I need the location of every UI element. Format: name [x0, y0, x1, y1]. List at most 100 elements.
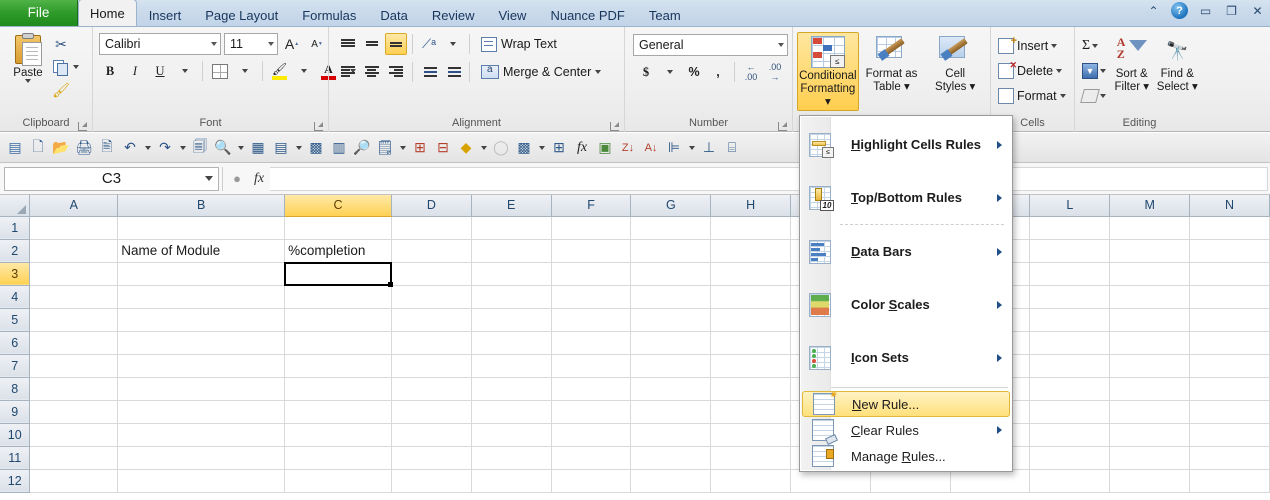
cell-B8[interactable] — [117, 377, 286, 401]
cell-B6[interactable] — [117, 331, 286, 355]
menu-item-clear-rules[interactable]: Clear Rules — [800, 417, 1012, 445]
error-check-dropdown[interactable] — [478, 136, 489, 160]
grid-icon[interactable]: ▦ — [247, 136, 269, 160]
cell-N2[interactable] — [1189, 239, 1270, 263]
align-top-button[interactable] — [337, 33, 359, 55]
cell-H2[interactable] — [710, 239, 792, 263]
cell-L2[interactable] — [1029, 239, 1111, 263]
sort-filter-button[interactable]: AZ Sort & Filter ▾ — [1109, 32, 1155, 111]
menu-item-highlight-cells-rules[interactable]: ≤ HHighlight Cells Rulesighlight Cells R… — [800, 118, 1012, 171]
row-header-11[interactable]: 11 — [0, 446, 31, 470]
select-all-corner[interactable] — [0, 195, 31, 217]
sort-az-icon[interactable]: A↓ — [640, 136, 662, 160]
cell-G8[interactable] — [630, 377, 712, 401]
cell-F10[interactable] — [551, 423, 632, 447]
print-preview-icon[interactable]: 🖹 — [96, 136, 118, 160]
cancel-formula-button[interactable]: ● — [226, 168, 248, 190]
cell-B4[interactable] — [117, 285, 286, 309]
increase-indent-button[interactable] — [442, 61, 464, 83]
help-icon[interactable]: ? — [1171, 2, 1188, 19]
font-size-combo[interactable]: 11 — [224, 33, 278, 55]
grow-font-button[interactable]: A — [281, 33, 303, 55]
cell-C3[interactable] — [284, 261, 393, 287]
wrap-text-button[interactable]: Wrap Text — [475, 33, 563, 55]
cell-H10[interactable] — [710, 423, 792, 447]
cell-C1[interactable] — [284, 216, 392, 240]
table-dropdown[interactable] — [293, 136, 304, 160]
cell-C11[interactable] — [284, 446, 392, 470]
cell-A4[interactable] — [29, 285, 119, 309]
cell-C10[interactable] — [284, 423, 392, 447]
row-header-3[interactable]: 3 — [0, 262, 31, 286]
cell-B12[interactable] — [117, 469, 286, 493]
align-middle-button[interactable] — [361, 33, 383, 55]
menu-item-color-scales[interactable]: Color Scales — [800, 278, 1012, 331]
cell-I12[interactable] — [790, 469, 871, 493]
cell-F8[interactable] — [551, 377, 632, 401]
formula-input[interactable] — [270, 166, 1268, 191]
column-header-n[interactable]: N — [1189, 195, 1270, 217]
cell-M12[interactable] — [1109, 469, 1191, 493]
cell-A7[interactable] — [29, 354, 119, 378]
align-left-button[interactable] — [337, 61, 359, 83]
cell-L9[interactable] — [1029, 400, 1111, 424]
align-dropdown[interactable] — [686, 136, 697, 160]
clipboard-dialog-launcher[interactable] — [78, 122, 87, 131]
error-check-icon[interactable]: ◆ — [455, 136, 477, 160]
shrink-font-button[interactable]: A — [306, 33, 328, 55]
cell-L10[interactable] — [1029, 423, 1111, 447]
cell-L6[interactable] — [1029, 331, 1111, 355]
column-header-b[interactable]: B — [117, 195, 286, 217]
cell-H7[interactable] — [710, 354, 792, 378]
tab-view[interactable]: View — [487, 3, 539, 26]
cell-D7[interactable] — [391, 354, 472, 378]
cell-L12[interactable] — [1029, 469, 1111, 493]
insert-cells-button[interactable]: Insert — [995, 33, 1058, 58]
cell-E12[interactable] — [471, 469, 552, 493]
cell-M11[interactable] — [1109, 446, 1191, 470]
minimize-icon[interactable]: ▭ — [1197, 2, 1214, 19]
paste-button[interactable]: Paste — [4, 30, 52, 83]
sort-za-icon[interactable]: Z↓ — [617, 136, 639, 160]
cell-G5[interactable] — [630, 308, 712, 332]
cell-L5[interactable] — [1029, 308, 1111, 332]
cell-E3[interactable] — [471, 262, 552, 286]
cell-C9[interactable] — [284, 400, 392, 424]
cell-D11[interactable] — [391, 446, 472, 470]
cell-N9[interactable] — [1189, 400, 1270, 424]
column-header-e[interactable]: E — [471, 195, 552, 217]
cell-F6[interactable] — [551, 331, 632, 355]
cell-F4[interactable] — [551, 285, 632, 309]
cell-E11[interactable] — [471, 446, 552, 470]
tab-insert[interactable]: Insert — [137, 3, 194, 26]
cell-F9[interactable] — [551, 400, 632, 424]
function-icon[interactable]: fx — [571, 136, 593, 160]
cell-D2[interactable] — [391, 239, 472, 263]
save-icon[interactable]: ▤ — [4, 136, 26, 160]
align-right-button[interactable] — [385, 61, 407, 83]
name-box[interactable]: C3 — [4, 166, 219, 191]
cell-N4[interactable] — [1189, 285, 1270, 309]
font-name-combo[interactable]: Calibri — [99, 33, 221, 55]
tab-home[interactable]: Home — [78, 0, 137, 26]
row-header-10[interactable]: 10 — [0, 423, 31, 447]
cell-L8[interactable] — [1029, 377, 1111, 401]
cell-E8[interactable] — [471, 377, 552, 401]
cell-H3[interactable] — [710, 262, 792, 286]
cell-G10[interactable] — [630, 423, 712, 447]
cell-D10[interactable] — [391, 423, 472, 447]
column-header-l[interactable]: L — [1029, 195, 1111, 217]
paste-special-icon[interactable]: ▣ — [594, 136, 616, 160]
tab-team[interactable]: Team — [637, 3, 693, 26]
more-icon[interactable]: ⌸ — [721, 136, 743, 160]
redo-icon[interactable]: ↷ — [154, 136, 176, 160]
conditional-format-dropdown[interactable] — [536, 136, 547, 160]
cell-N7[interactable] — [1189, 354, 1270, 378]
cell-B9[interactable] — [117, 400, 286, 424]
fill-button[interactable]: ▼ — [1082, 59, 1106, 82]
menu-item-top-bottom-rules[interactable]: 10 Top/Bottom Rules — [800, 171, 1012, 224]
cell-H6[interactable] — [710, 331, 792, 355]
chevron-down-icon[interactable] — [1100, 93, 1106, 98]
cell-N1[interactable] — [1189, 216, 1270, 240]
cell-N6[interactable] — [1189, 331, 1270, 355]
